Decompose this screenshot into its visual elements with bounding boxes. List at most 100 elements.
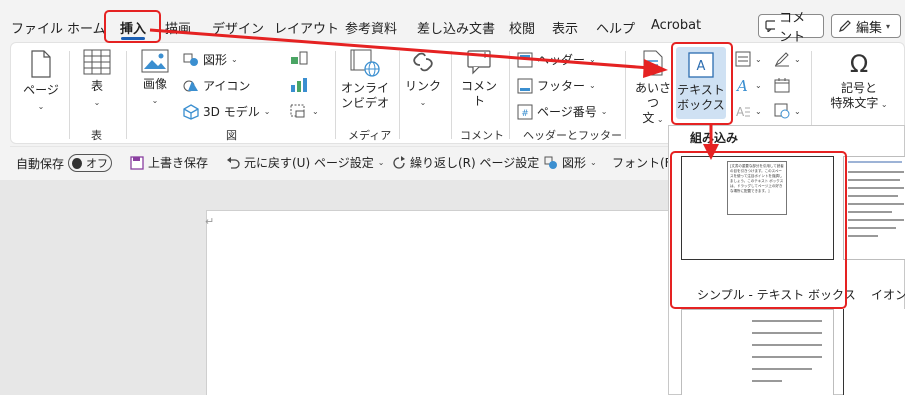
tab-references[interactable]: 参考資料 <box>345 18 397 37</box>
drop-cap-button[interactable]: A ⌄ <box>735 103 762 119</box>
redo-button[interactable]: 繰り返し(R) ページ設定 <box>392 154 539 171</box>
image-button[interactable]: 画像 ⌄ <box>135 49 175 108</box>
qat-shapes-label: 図形 <box>562 156 587 170</box>
gallery-section-builtin: 組み込み <box>690 131 739 145</box>
image-icon <box>141 49 169 73</box>
shapes-button[interactable]: 図形 ⌄ <box>183 51 238 68</box>
quick-access-toolbar: 自動保存 オフ 上書き保存 元に戻す(U) ページ設定 ⌄ 繰り返し(R) ページ… <box>10 146 680 176</box>
tab-view[interactable]: 表示 <box>552 18 578 37</box>
online-video-label-2: ンビデオ <box>341 96 390 110</box>
online-video-button[interactable]: オンライ ンビデオ <box>341 49 389 111</box>
autosave-label: 自動保存 <box>16 156 65 171</box>
smartart-button[interactable] <box>290 51 308 65</box>
tab-draw[interactable]: 描画 <box>165 18 191 37</box>
greeting-button[interactable]: あいさつ文 ⌄ <box>631 49 675 127</box>
redo-icon <box>393 155 405 169</box>
icons-label: アイコン <box>203 79 251 93</box>
edit-button-label: 編集 <box>856 20 883 36</box>
table-button-label: 表 <box>90 79 103 93</box>
gallery-item-ion[interactable] <box>843 156 905 260</box>
3d-model-button[interactable]: 3D モデル ⌄ <box>183 103 270 120</box>
group-divider <box>509 51 510 139</box>
svg-text:A: A <box>735 77 748 93</box>
tab-design[interactable]: デザイン <box>212 18 264 37</box>
group-divider <box>625 51 626 139</box>
new-comment-button[interactable]: コメント <box>457 49 501 109</box>
tab-mailings[interactable]: 差し込み文書 <box>417 18 495 37</box>
image-button-label: 画像 <box>142 77 167 91</box>
autosave-toggle-label: オフ <box>86 157 109 170</box>
page-number-icon: # <box>517 104 533 119</box>
autosave-control[interactable]: 自動保存 オフ <box>16 154 113 172</box>
tab-home[interactable]: ホーム <box>67 18 106 37</box>
undo-button[interactable]: 元に戻す(U) ページ設定 ⌄ <box>226 154 384 171</box>
icons-icon <box>183 80 198 91</box>
group-divider <box>69 51 70 139</box>
chart-button[interactable] <box>290 77 308 93</box>
save-label: 上書き保存 <box>148 156 209 170</box>
header-footer-group-label: ヘッダーとフッター <box>523 129 622 142</box>
pencil-icon <box>839 20 851 32</box>
3d-model-label: 3D モデル <box>203 105 260 119</box>
link-button[interactable]: リンク ⌄ <box>405 49 441 110</box>
group-divider <box>451 51 452 139</box>
symbols-label-2: 特殊文字 <box>830 96 879 110</box>
svg-text:#: # <box>521 109 529 119</box>
table-button[interactable]: 表 ⌄ <box>79 49 115 110</box>
save-icon <box>130 155 144 170</box>
autosave-toggle[interactable]: オフ <box>68 154 113 172</box>
shapes-icon <box>544 156 557 169</box>
link-icon <box>413 52 433 72</box>
online-video-label-1: オンライ <box>341 81 390 95</box>
comment-group-label: コメント <box>460 129 504 142</box>
save-button[interactable]: 上書き保存 <box>130 154 208 171</box>
footer-icon <box>517 78 533 93</box>
document-page[interactable] <box>206 210 676 395</box>
screenshot-button[interactable]: ⌄ <box>290 103 319 119</box>
wordart-icon: A <box>735 77 748 93</box>
tab-file[interactable]: ファイル <box>11 18 63 37</box>
footer-button[interactable]: フッター ⌄ <box>517 77 596 94</box>
object-icon <box>774 103 790 119</box>
cube-icon <box>183 103 199 120</box>
symbols-button[interactable]: Ω 記号と 特殊文字 ⌄ <box>829 49 889 112</box>
new-comment-icon <box>467 50 491 75</box>
shapes-icon <box>183 53 198 66</box>
toggle-knob <box>72 157 83 169</box>
signature-line-button[interactable]: ⌄ <box>774 51 801 67</box>
qat-shapes-button[interactable]: 図形 ⌄ <box>544 154 597 171</box>
figures-group-label: 図 <box>226 129 237 142</box>
group-divider <box>335 51 336 139</box>
comment-icon <box>765 20 776 32</box>
comment-button[interactable]: コメント <box>758 11 824 45</box>
table-icon <box>83 49 111 75</box>
undo-label: 元に戻す(U) ページ設定 <box>244 156 374 170</box>
date-time-button[interactable] <box>774 77 790 93</box>
gallery-item-4[interactable] <box>843 309 905 395</box>
icons-button[interactable]: アイコン <box>183 77 250 94</box>
tab-acrobat[interactable]: Acrobat <box>651 18 701 33</box>
smartart-icon <box>291 51 308 65</box>
page-number-button[interactable]: # ページ番号 ⌄ <box>517 103 607 120</box>
edit-mode-button[interactable]: 編集 ▾ <box>831 14 901 38</box>
wordart-button[interactable]: A ⌄ <box>735 77 762 93</box>
tab-review[interactable]: 校閲 <box>509 18 535 37</box>
drop-cap-icon: A <box>736 105 750 119</box>
group-divider <box>126 51 127 139</box>
footer-label: フッター <box>537 79 586 93</box>
redo-label: 繰り返し(R) ページ設定 <box>410 156 540 170</box>
quick-parts-button[interactable]: ⌄ <box>735 51 762 67</box>
annotation-textbox-button-box <box>671 42 733 125</box>
object-button[interactable]: ⌄ <box>774 103 801 119</box>
page-icon <box>31 50 51 78</box>
page-button[interactable]: ページ ⌄ <box>21 49 61 114</box>
media-group-label: メディア <box>348 129 392 142</box>
svg-text:Ω: Ω <box>850 50 868 77</box>
gallery-item-3[interactable] <box>681 309 834 395</box>
header-button[interactable]: ヘッダー ⌄ <box>517 51 596 68</box>
chart-icon <box>291 78 307 92</box>
comment-button-label: コメント <box>779 11 806 45</box>
tab-help[interactable]: ヘルプ <box>596 18 635 37</box>
new-comment-label: コメント <box>460 79 497 108</box>
tab-layout[interactable]: レイアウト <box>274 18 339 37</box>
